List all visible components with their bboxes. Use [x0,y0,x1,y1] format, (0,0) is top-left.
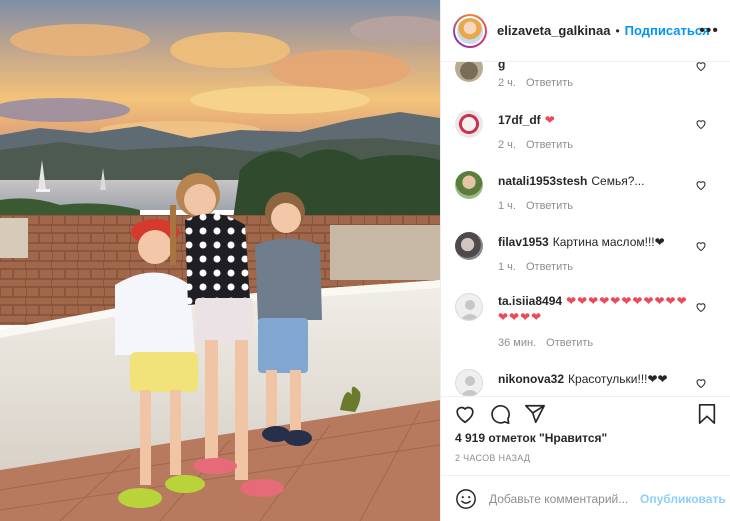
comment-time: 36 мин. [498,337,537,349]
post-actions-bar [441,396,730,426]
comment-like-icon[interactable] [695,240,707,252]
post-header: elizaveta_galkinaa • Подписаться ••• [441,0,730,62]
post-photo[interactable] [0,0,440,521]
comment-time: 2 ч. [498,77,516,89]
commenter-avatar[interactable] [455,62,483,82]
comment-text: ❤ [544,113,556,127]
commenter-username[interactable]: g [498,62,505,71]
commenter-avatar[interactable] [455,110,483,138]
heart-icon[interactable] [454,403,476,425]
commenter-username[interactable]: ta.isiia8494 [498,294,562,308]
post-side-panel: elizaveta_galkinaa • Подписаться ••• g 2… [440,0,730,521]
sunset-family-photo [0,0,440,521]
commenter-avatar[interactable] [455,369,483,396]
comment-like-icon[interactable] [695,377,707,389]
default-user-icon [460,300,480,320]
comments-list[interactable]: g 2 ч. Ответить 17df_df ❤ 2 ч. Ответить nat… [441,62,730,396]
commenter-avatar[interactable] [455,232,483,260]
author-username[interactable]: elizaveta_galkinaa [497,23,610,38]
comment-text: Красотульки!!!❤❤ [568,372,668,386]
author-avatar[interactable] [453,13,487,48]
comment-meta: 2 ч. Ответить [498,77,573,89]
add-comment-bar: Опубликовать [441,475,730,521]
comment-like-icon[interactable] [695,62,707,72]
reply-button[interactable]: Ответить [526,139,573,151]
comment-meta: 36 мин. Ответить [498,337,593,349]
commenter-username[interactable]: natali1953stesh [498,174,587,188]
commenter-username[interactable]: nikonova32 [498,372,564,386]
comment-text: Семья?... [591,174,645,188]
reply-button[interactable]: Ответить [526,261,573,273]
comment-meta: 2 ч. Ответить [498,139,573,151]
comment-time: 1 ч. [498,200,516,212]
commenter-avatar[interactable] [455,293,483,321]
comment-input[interactable] [489,491,634,506]
commenter-avatar[interactable] [455,171,483,199]
reply-button[interactable]: Ответить [526,77,573,89]
comment-time: 1 ч. [498,261,516,273]
commenter-username[interactable]: 17df_df [498,113,541,127]
bookmark-icon[interactable] [696,403,718,425]
reply-button[interactable]: Ответить [526,200,573,212]
more-horizontal-icon[interactable]: ••• [699,22,719,40]
post-date: 2 ЧАСОВ НАЗАД [455,453,531,463]
comment-text: Картина маслом!!!❤ [552,235,665,249]
share-icon[interactable] [524,403,546,425]
comment-icon[interactable] [489,403,511,425]
comment-like-icon[interactable] [695,118,707,130]
commenter-username[interactable]: filav1953 [498,235,549,249]
publish-button[interactable]: Опубликовать [640,492,726,506]
reply-button[interactable]: Ответить [546,337,593,349]
header-separator: • [615,23,620,38]
comment-meta: 1 ч. Ответить [498,200,573,212]
default-user-icon [460,376,480,396]
smiley-icon[interactable] [455,488,477,510]
comment-like-icon[interactable] [695,301,707,313]
comment-meta: 1 ч. Ответить [498,261,573,273]
follow-button[interactable]: Подписаться [625,23,710,38]
comment-like-icon[interactable] [695,179,707,191]
comment-time: 2 ч. [498,139,516,151]
likes-count[interactable]: 4 919 отметок "Нравится" [455,431,607,445]
